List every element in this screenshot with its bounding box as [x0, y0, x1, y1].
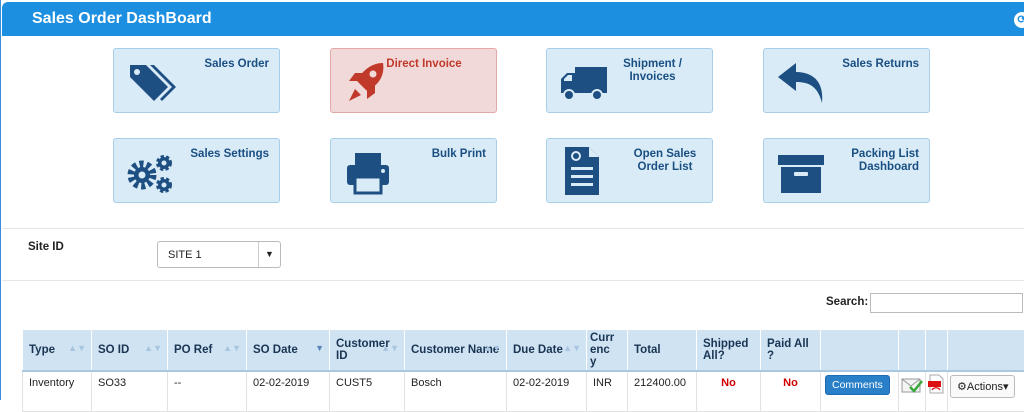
cell-po-ref: -- — [168, 371, 247, 411]
sort-icon: ▲▼ — [483, 342, 501, 354]
cell-paid-all: No — [761, 371, 821, 411]
column-header-blank — [926, 330, 948, 372]
column-header-so-date[interactable]: SO Date▼ — [247, 330, 330, 372]
sort-icon: ▲▼ — [68, 342, 86, 354]
tile-sales-returns[interactable]: Sales Returns — [763, 48, 930, 113]
pdf-icon[interactable] — [928, 374, 944, 394]
tile-label: Direct Invoice — [374, 58, 474, 71]
tile-label: Sales Settings — [174, 148, 269, 161]
mail-check-icon[interactable] — [901, 376, 923, 394]
cell-actions: ⚙Actions▾ — [948, 371, 1024, 411]
search-label: Search: — [826, 296, 868, 308]
sort-desc-icon: ▼ — [315, 342, 324, 354]
column-header-total[interactable]: Total — [628, 330, 697, 372]
document-refresh-icon — [559, 145, 611, 197]
tile-label: Packing List Dashboard — [824, 148, 919, 174]
cell-type: Inventory — [23, 371, 92, 411]
tile-bulk-print[interactable]: Bulk Print — [330, 138, 497, 203]
site-id-value: SITE 1 — [168, 249, 202, 261]
tile-label: Sales Returns — [824, 58, 919, 71]
cell-mail — [899, 371, 926, 411]
column-header-so-id[interactable]: SO ID▲▼ — [92, 330, 168, 372]
cell-due-date: 02-02-2019 — [507, 371, 587, 411]
sort-icon: ▲▼ — [563, 342, 581, 354]
tile-label: Shipment / Invoices — [605, 58, 700, 84]
site-id-label: Site ID — [28, 241, 64, 253]
title-bar: Sales Order DashBoard ⟳ — [2, 2, 1024, 36]
tile-shipment-invoices[interactable]: Shipment / Invoices — [546, 48, 713, 113]
collapse-icon[interactable]: ⟳ — [1014, 12, 1024, 28]
chevron-down-icon[interactable]: ▼ — [258, 242, 280, 267]
table-row: Inventory SO33 -- 02-02-2019 CUST5 Bosch… — [23, 371, 1024, 411]
search-input[interactable] — [870, 293, 1023, 313]
column-header-customer-id[interactable]: Customer ID▲▼ — [330, 330, 405, 372]
column-header-shipped-all[interactable]: Shipped All? — [697, 330, 761, 372]
tile-label: Sales Order — [174, 58, 269, 71]
column-header-customer-name[interactable]: Customer Name▲▼ — [405, 330, 507, 372]
cell-shipped-all: No — [697, 371, 761, 411]
cell-customer-name: Bosch — [405, 371, 507, 411]
tile-label: Bulk Print — [391, 148, 486, 161]
column-header-type[interactable]: Type▲▼ — [23, 330, 92, 372]
table-header-row: Type▲▼ SO ID▲▼ PO Ref▲▼ SO Date▼ Custome… — [23, 330, 1024, 372]
cell-so-date: 02-02-2019 — [247, 371, 330, 411]
tile-open-sales-order-list[interactable]: Open Sales Order List — [546, 138, 713, 203]
cell-currency: INR — [587, 371, 628, 411]
tile-packing-list-dashboard[interactable]: Packing List Dashboard — [763, 138, 930, 203]
truck-icon — [559, 59, 611, 107]
sales-order-table: Type▲▼ SO ID▲▼ PO Ref▲▼ SO Date▼ Custome… — [22, 329, 1024, 412]
site-id-select[interactable]: SITE 1 ▼ — [157, 241, 281, 268]
cell-total: 212400.00 — [628, 371, 697, 411]
caret-down-icon: ▾ — [1003, 381, 1009, 393]
reply-icon — [776, 59, 828, 107]
sort-icon: ▲▼ — [223, 342, 241, 354]
tile-label: Open Sales Order List — [630, 148, 700, 174]
tile-sales-settings[interactable]: Sales Settings — [113, 138, 280, 203]
cell-comments: Comments — [821, 371, 899, 411]
divider — [2, 228, 1024, 229]
column-header-po-ref[interactable]: PO Ref▲▼ — [168, 330, 247, 372]
column-header-blank — [821, 330, 899, 372]
divider — [2, 280, 1024, 281]
cell-so-id: SO33 — [92, 371, 168, 411]
sort-icon: ▲▼ — [144, 342, 162, 354]
tile-direct-invoice[interactable]: Direct Invoice — [330, 48, 497, 113]
gears-icon — [126, 149, 178, 197]
column-header-blank — [899, 330, 926, 372]
comments-button[interactable]: Comments — [825, 375, 890, 395]
printer-icon — [343, 149, 395, 197]
column-header-due-date[interactable]: Due Date▲▼ — [507, 330, 587, 372]
sort-icon: ▲▼ — [381, 342, 399, 354]
cell-pdf — [926, 371, 948, 411]
column-header-paid-all[interactable]: Paid All ? — [761, 330, 821, 372]
column-header-blank — [948, 330, 1024, 372]
gear-icon: ⚙ — [957, 381, 967, 393]
page-title: Sales Order DashBoard — [32, 10, 212, 28]
tile-sales-order[interactable]: Sales Order — [113, 48, 280, 113]
column-header-currency[interactable]: Currency — [587, 330, 628, 372]
tags-icon — [126, 59, 178, 107]
actions-dropdown[interactable]: ⚙Actions▾ — [950, 375, 1015, 398]
archive-box-icon — [776, 149, 828, 197]
cell-customer-id: CUST5 — [330, 371, 405, 411]
